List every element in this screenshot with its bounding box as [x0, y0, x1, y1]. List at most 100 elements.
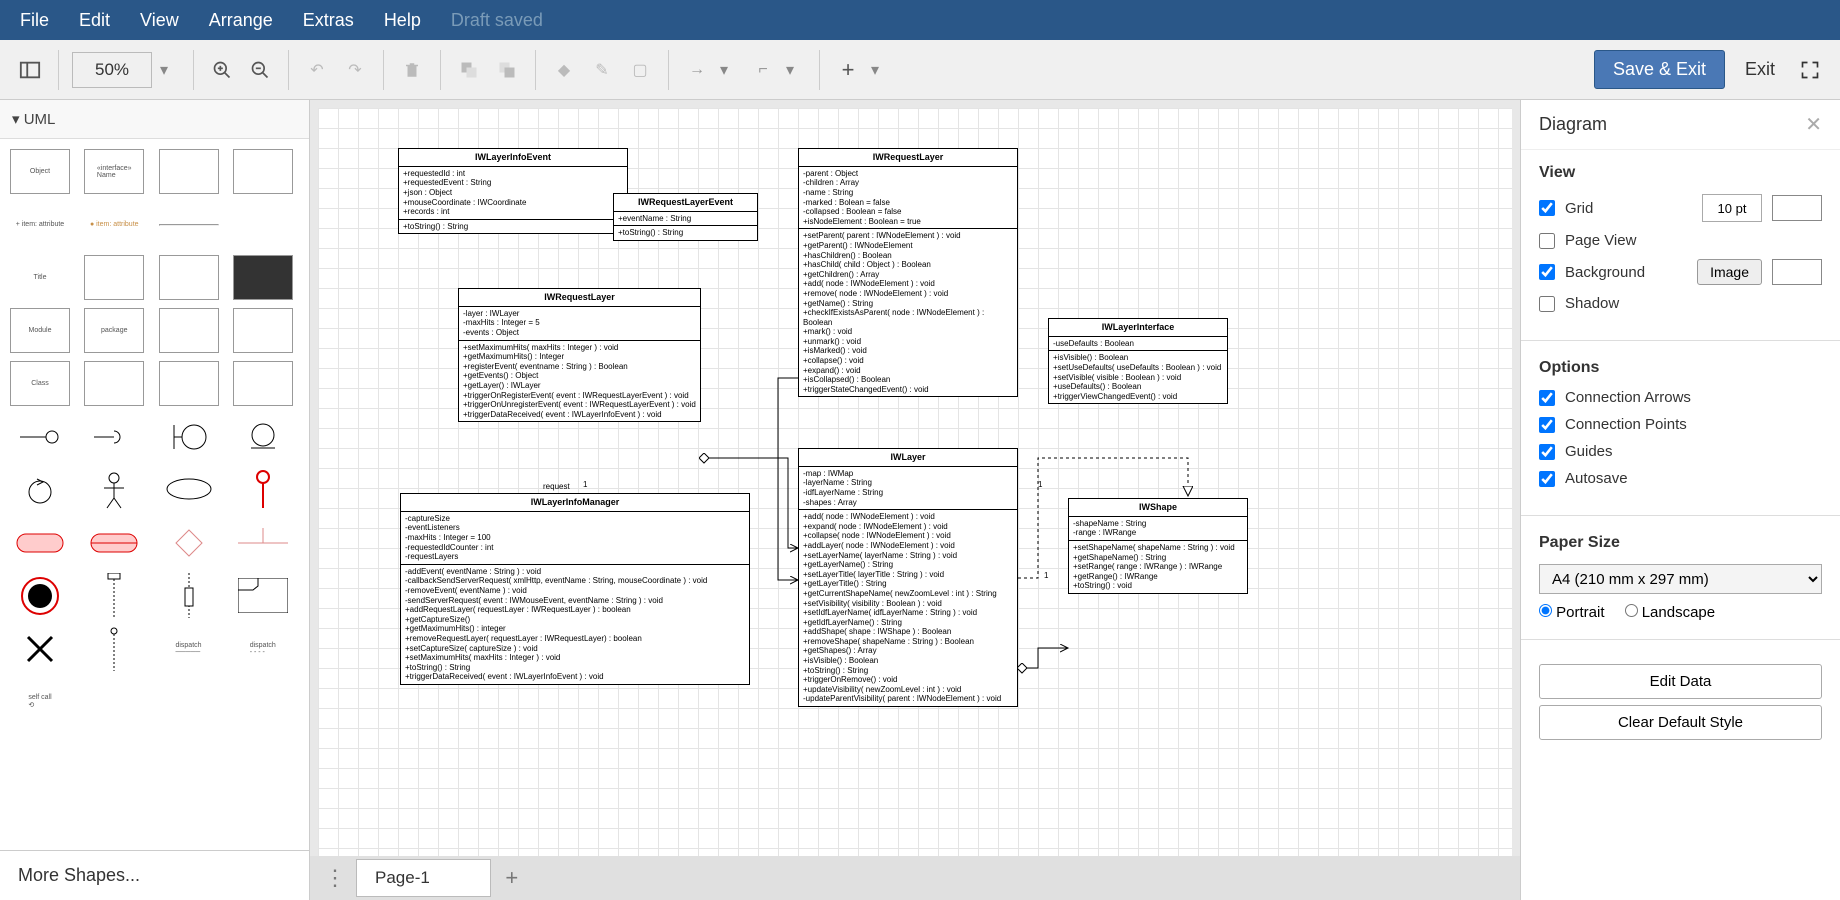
more-shapes-button[interactable]: More Shapes... — [0, 850, 309, 900]
zoom-out-icon[interactable] — [245, 55, 275, 85]
shape-frame[interactable] — [233, 573, 293, 618]
canvas[interactable]: IWLayerInfoEvent +requestedId : int +req… — [318, 108, 1512, 856]
shape-lifeline-1[interactable] — [84, 573, 144, 618]
shape-category-uml[interactable]: ▾ UML — [0, 100, 309, 139]
shape-activity[interactable] — [10, 520, 70, 565]
autosave-checkbox[interactable] — [1539, 471, 1555, 487]
connection-dd-icon[interactable]: ▾ — [720, 60, 740, 80]
menu-help[interactable]: Help — [384, 10, 421, 31]
menu-edit[interactable]: Edit — [79, 10, 110, 31]
tab-menu-icon[interactable]: ⋮ — [320, 863, 350, 893]
menu-arrange[interactable]: Arrange — [209, 10, 273, 31]
uml-IWRequestLayer-small[interactable]: IWRequestLayer -layer : IWLayer -maxHits… — [458, 288, 701, 422]
conn-arrows-checkbox[interactable] — [1539, 390, 1555, 406]
shape-lifeline-2[interactable] — [159, 573, 219, 618]
shape-comp-1[interactable] — [84, 255, 144, 300]
shape-title[interactable]: Title — [10, 255, 70, 300]
shape-class-8[interactable] — [233, 361, 293, 406]
background-checkbox[interactable] — [1539, 264, 1555, 280]
shape-class-7[interactable] — [159, 361, 219, 406]
bg-color-swatch[interactable] — [1772, 259, 1822, 285]
shape-fork[interactable] — [233, 520, 293, 565]
shape-class-full[interactable] — [233, 149, 293, 194]
add-icon[interactable]: + — [833, 55, 863, 85]
zoom-level[interactable]: 50% — [72, 52, 152, 88]
shape-item-attribute[interactable]: + item: attribute — [10, 202, 70, 247]
menu-extras[interactable]: Extras — [303, 10, 354, 31]
shape-red-pin[interactable] — [233, 467, 293, 512]
grid-checkbox[interactable] — [1539, 200, 1555, 216]
uml-IWShape[interactable]: IWShape -shapeName : String -range : IWR… — [1068, 498, 1248, 594]
shape-interface[interactable]: «interface»Name — [84, 149, 144, 194]
shape-package[interactable]: package — [84, 308, 144, 353]
shape-socket[interactable] — [84, 414, 144, 459]
shape-class-6[interactable] — [84, 361, 144, 406]
uml-IWLayerInfoManager[interactable]: IWLayerInfoManager -captureSize -eventLi… — [400, 493, 750, 685]
save-exit-button[interactable]: Save & Exit — [1594, 50, 1725, 89]
shape-class-simple[interactable] — [159, 149, 219, 194]
zoom-in-icon[interactable] — [207, 55, 237, 85]
paper-size-select[interactable]: A4 (210 mm x 297 mm) — [1539, 564, 1822, 594]
shape-object[interactable]: Object — [10, 149, 70, 194]
grid-size-input[interactable] — [1702, 194, 1762, 222]
shape-state[interactable] — [84, 520, 144, 565]
image-button[interactable]: Image — [1697, 259, 1762, 285]
shadow-tool-icon[interactable]: ▢ — [625, 55, 655, 85]
shape-empty[interactable] — [233, 202, 293, 247]
shape-lollipop[interactable] — [10, 414, 70, 459]
pageview-checkbox[interactable] — [1539, 233, 1555, 249]
uml-IWRequestLayer-big[interactable]: IWRequestLayer -parent : Object -childre… — [798, 148, 1018, 397]
undo-icon[interactable]: ↶ — [302, 55, 332, 85]
uml-IWLayer[interactable]: IWLayer -map : IWMap -layerName : String… — [798, 448, 1018, 707]
shape-lifeline-3[interactable] — [84, 626, 144, 671]
shape-selfcall[interactable]: self call⟲ — [10, 679, 70, 724]
edit-data-button[interactable]: Edit Data — [1539, 664, 1822, 699]
zoom-dropdown-icon[interactable]: ▾ — [160, 60, 180, 80]
tab-page-1[interactable]: Page-1 — [356, 859, 491, 897]
shadow-checkbox[interactable] — [1539, 296, 1555, 312]
tab-add-icon[interactable]: + — [497, 863, 527, 893]
to-back-icon[interactable] — [492, 55, 522, 85]
shape-module[interactable]: Module — [10, 308, 70, 353]
shape-decision[interactable] — [159, 520, 219, 565]
shape-final[interactable] — [10, 573, 70, 618]
landscape-radio[interactable] — [1625, 604, 1638, 617]
menu-view[interactable]: View — [140, 10, 179, 31]
shape-comp-4[interactable] — [233, 308, 293, 353]
shape-divider[interactable] — [159, 202, 219, 247]
shape-block[interactable] — [233, 255, 293, 300]
shape-dispatch-2[interactable]: dispatch- - - - — [233, 626, 293, 671]
waypoint-icon[interactable]: ⌐ — [748, 55, 778, 85]
exit-button[interactable]: Exit — [1745, 59, 1775, 80]
add-dd-icon[interactable]: ▾ — [871, 60, 891, 80]
uml-IWRequestLayerEvent[interactable]: IWRequestLayerEvent +eventName : String … — [613, 193, 758, 241]
connection-icon[interactable]: → — [682, 55, 712, 85]
to-front-icon[interactable] — [454, 55, 484, 85]
sidebar-toggle-icon[interactable] — [15, 55, 45, 85]
shape-entity[interactable] — [233, 414, 293, 459]
guides-checkbox[interactable] — [1539, 444, 1555, 460]
fill-icon[interactable]: ◆ — [549, 55, 579, 85]
shape-comp-2[interactable] — [159, 255, 219, 300]
uml-IWLayerInterface[interactable]: IWLayerInterface -useDefaults : Boolean … — [1048, 318, 1228, 404]
shape-actor[interactable] — [84, 467, 144, 512]
shape-class-5[interactable]: Class — [10, 361, 70, 406]
delete-icon[interactable] — [397, 55, 427, 85]
grid-color-swatch[interactable] — [1772, 195, 1822, 221]
menu-file[interactable]: File — [20, 10, 49, 31]
conn-points-checkbox[interactable] — [1539, 417, 1555, 433]
uml-IWLayerInfoEvent[interactable]: IWLayerInfoEvent +requestedId : int +req… — [398, 148, 628, 234]
shape-item-attribute-2[interactable]: ● item: attribute — [84, 202, 144, 247]
close-icon[interactable]: ✕ — [1805, 112, 1822, 137]
redo-icon[interactable]: ↷ — [340, 55, 370, 85]
waypoint-dd-icon[interactable]: ▾ — [786, 60, 806, 80]
clear-style-button[interactable]: Clear Default Style — [1539, 705, 1822, 740]
portrait-radio[interactable] — [1539, 604, 1552, 617]
line-color-icon[interactable]: ✎ — [587, 55, 617, 85]
shape-destroy[interactable] — [10, 626, 70, 671]
shape-dispatch-1[interactable]: dispatch───── — [159, 626, 219, 671]
fullscreen-icon[interactable] — [1795, 55, 1825, 85]
shape-comp-3[interactable] — [159, 308, 219, 353]
shape-control[interactable] — [10, 467, 70, 512]
shape-boundary[interactable] — [159, 414, 219, 459]
